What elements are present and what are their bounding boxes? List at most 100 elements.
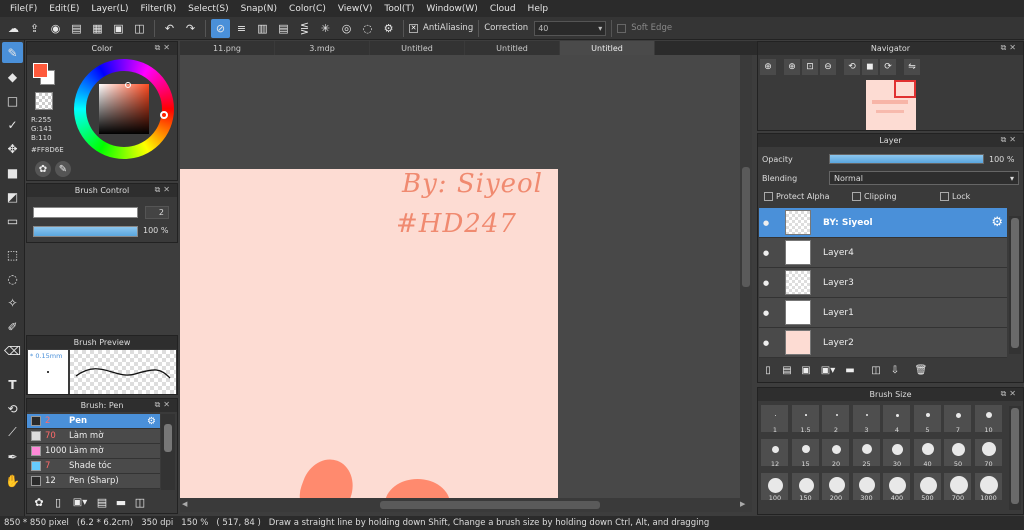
brush-opacity-slider[interactable] (33, 226, 138, 237)
merge-layer-icon[interactable]: ⇩ (887, 362, 903, 378)
duplicate-layer-icon[interactable]: ◫ (868, 362, 884, 378)
tab-11-png[interactable]: 11.png (180, 41, 275, 55)
layer-row[interactable]: ● Layer3 (759, 268, 1007, 298)
brush-size-slider[interactable] (33, 207, 138, 218)
navigator-preview[interactable] (866, 80, 916, 130)
visibility-dot-icon[interactable]: ● (759, 246, 773, 260)
cloud-icon[interactable]: ☁ (4, 19, 23, 38)
add-brush-icon[interactable]: ✿ (31, 495, 47, 511)
visibility-dot-icon[interactable]: ● (759, 336, 773, 350)
new-layer-1bit-icon[interactable]: ▣ (798, 362, 814, 378)
menu-snap[interactable]: Snap(N) (235, 4, 283, 14)
vertical-scroll-thumb[interactable] (742, 167, 750, 287)
export-icon[interactable]: ⇪ (25, 19, 44, 38)
tab-untitled-1[interactable]: Untitled (370, 41, 465, 55)
eraser-tool-icon[interactable]: ◆ (2, 66, 23, 87)
visibility-dot-icon[interactable]: ● (759, 216, 773, 230)
new-layer-8bit-icon[interactable]: ▤ (779, 362, 795, 378)
panel-buttons-icon[interactable]: ⧉✕ (155, 400, 173, 410)
redo-icon[interactable]: ↷ (181, 19, 200, 38)
brush-size-value[interactable]: 2 (145, 206, 169, 219)
menu-window[interactable]: Window(W) (420, 4, 483, 14)
layer-list-scrollbar[interactable] (1009, 216, 1021, 354)
snap-circle-icon[interactable]: ◎ (337, 19, 356, 38)
canvas-horizontal-scrollbar[interactable]: ◀ ▶ (180, 498, 752, 512)
folder-icon[interactable]: ▬ (842, 362, 858, 378)
rotate-right-icon[interactable]: ⟳ (880, 59, 896, 75)
color-wheel[interactable] (74, 59, 174, 159)
list-item[interactable]: 1000 Làm mờ (27, 444, 160, 459)
panel-buttons-icon[interactable]: ⧉✕ (1001, 43, 1019, 53)
menu-color[interactable]: Color(C) (283, 4, 332, 14)
menu-help[interactable]: Help (522, 4, 555, 14)
panel-buttons-icon[interactable]: ⧉✕ (1001, 389, 1019, 399)
menu-file[interactable]: File(F) (4, 4, 43, 14)
grid-icon[interactable]: ▦ (88, 19, 107, 38)
menu-cloud[interactable]: Cloud (484, 4, 522, 14)
list-item[interactable]: 7 Shade tóc (27, 459, 160, 474)
undo-icon[interactable]: ↶ (160, 19, 179, 38)
snap-settings-icon[interactable]: ⚙ (379, 19, 398, 38)
zoom-out-icon[interactable]: ⊖ (820, 59, 836, 75)
add-layer-menu-icon[interactable]: ▣▾ (817, 362, 839, 378)
transparent-swatch[interactable] (35, 92, 53, 110)
zoom-in-icon[interactable]: ⊕ (784, 59, 800, 75)
blending-dropdown[interactable]: Normal ▾ (829, 171, 1019, 185)
rotate-reset-icon[interactable]: ◼ (862, 59, 878, 75)
snap-vanishing-icon[interactable]: ▤ (274, 19, 293, 38)
layers-icon[interactable]: ◫ (130, 19, 149, 38)
list-item[interactable]: 2 Pen ⚙ (27, 414, 160, 429)
move-tool-icon[interactable]: ✥ (2, 138, 23, 159)
antialiasing-checkbox[interactable]: ✕ (409, 23, 418, 33)
folder-icon[interactable]: ▬ (113, 495, 129, 511)
eyedropper-icon[interactable]: ✒ (2, 446, 23, 467)
snap-parallel-icon[interactable]: ≡ (232, 19, 251, 38)
zoom-actual-icon[interactable]: ⊡ (802, 59, 818, 75)
shape-tool-icon[interactable]: □ (2, 90, 23, 111)
layer-row[interactable]: ● Layer4 (759, 238, 1007, 268)
brush-list-scrollbar[interactable] (161, 414, 175, 490)
gradient-tool-icon[interactable]: ▭ (2, 210, 23, 231)
color-history-icon[interactable]: ✎ (55, 161, 71, 177)
menu-filter[interactable]: Filter(R) (135, 4, 183, 14)
select-eraser-icon[interactable]: ⌫ (2, 340, 23, 361)
menu-view[interactable]: View(V) (332, 4, 379, 14)
select-rect-icon[interactable]: ⬚ (2, 244, 23, 265)
layer-row[interactable]: ● Layer2 (759, 328, 1007, 358)
save-icon[interactable]: ▣ (109, 19, 128, 38)
visibility-dot-icon[interactable]: ● (759, 306, 773, 320)
copy-brush-icon[interactable]: ▤ (94, 495, 110, 511)
menu-tool[interactable]: Tool(T) (378, 4, 420, 14)
panel-buttons-icon[interactable]: ⧉✕ (155, 185, 173, 195)
snap-curve-icon[interactable]: ◌ (358, 19, 377, 38)
magic-wand-icon[interactable]: ✧ (2, 292, 23, 313)
zoom-fit-icon[interactable]: ⊕ (760, 59, 776, 75)
saturation-square[interactable] (99, 84, 149, 134)
soft-edge-checkbox[interactable] (617, 23, 627, 33)
divide-tool-icon[interactable]: ⟋ (2, 422, 23, 443)
foreground-color-swatch[interactable] (33, 63, 48, 78)
chat-icon[interactable]: ◉ (46, 19, 65, 38)
tab-untitled-3[interactable]: Untitled (560, 41, 655, 55)
menu-edit[interactable]: Edit(E) (43, 4, 85, 14)
canvas-area[interactable]: By: Siyeol #HD247 (180, 55, 740, 498)
gear-icon[interactable]: ⚙ (147, 416, 156, 427)
panel-buttons-icon[interactable]: ⧉✕ (1001, 135, 1019, 145)
rotate-left-icon[interactable]: ⟲ (844, 59, 860, 75)
lasso-icon[interactable]: ◌ (2, 268, 23, 289)
layer-row[interactable]: ● Layer1 (759, 298, 1007, 328)
hand-icon[interactable]: ✋ (2, 470, 23, 491)
panel-buttons-icon[interactable]: ⧉✕ (155, 43, 173, 53)
brush-size-scrollbar[interactable] (1009, 406, 1021, 510)
clipping-checkbox[interactable]: Clipping (852, 192, 940, 201)
snap-cross-icon[interactable]: ▥ (253, 19, 272, 38)
text-tool-icon[interactable]: T (2, 374, 23, 395)
menu-select[interactable]: Select(S) (182, 4, 235, 14)
horizontal-scroll-thumb[interactable] (380, 501, 600, 509)
drawing-paper[interactable]: By: Siyeol #HD247 (180, 169, 558, 498)
delete-layer-icon[interactable]: 🗑 (913, 362, 929, 378)
scroll-right-icon[interactable]: ▶ (740, 500, 745, 508)
tab-3-mdp[interactable]: 3.mdp (275, 41, 370, 55)
visibility-dot-icon[interactable]: ● (759, 276, 773, 290)
correction-dropdown[interactable]: 40 ▾ (534, 20, 607, 36)
